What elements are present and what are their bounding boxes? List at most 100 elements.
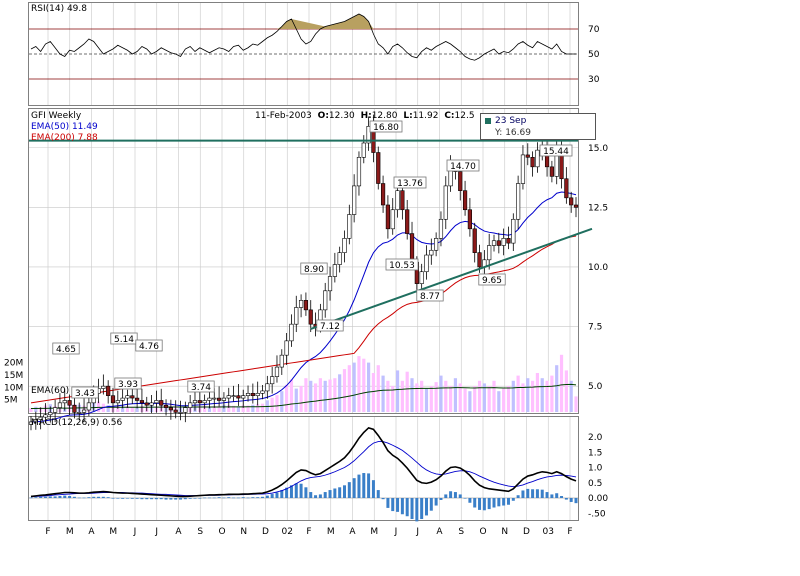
candle-body — [327, 276, 333, 292]
macd-histogram-bar — [43, 496, 47, 498]
volume-bar — [333, 378, 337, 412]
macd-histogram-bar — [145, 498, 149, 500]
candle-body — [57, 402, 63, 408]
macd-histogram-bar — [453, 492, 457, 498]
macd-histogram-bar — [574, 498, 578, 504]
candle-body — [236, 395, 241, 399]
candle-body — [250, 393, 255, 396]
candle-body — [458, 171, 463, 191]
macd-histogram-bar — [169, 498, 173, 500]
candle-body — [62, 400, 67, 404]
macd-histogram-bar — [362, 473, 366, 498]
candle-body — [130, 395, 135, 399]
macd-histogram-bar — [236, 497, 240, 499]
macd-histogram-bar — [545, 492, 549, 498]
candle-body — [549, 166, 554, 177]
volume-bar — [357, 356, 361, 412]
ohlc-close: 12.5 — [455, 111, 475, 121]
candle-body — [342, 238, 347, 253]
x-tick-label: M — [66, 527, 74, 537]
macd-histogram-bar — [34, 497, 38, 498]
candle-body — [424, 254, 429, 273]
ema60-label: EMA(60) — [31, 386, 69, 396]
macd-histogram-bar — [357, 474, 361, 498]
macd-histogram-bar — [125, 498, 129, 499]
candle-body — [178, 412, 183, 414]
volume-bar — [477, 380, 482, 412]
candle-body — [245, 393, 251, 396]
candle-body — [516, 183, 521, 220]
candle-body — [67, 400, 72, 406]
volume-bar — [473, 386, 477, 412]
candle-body — [265, 383, 270, 392]
macd-histogram-bar — [227, 497, 231, 498]
x-tick-label: J — [394, 527, 398, 537]
macd-histogram-bar — [429, 498, 433, 511]
volume-bar — [526, 378, 530, 412]
volume-bar — [555, 365, 559, 412]
macd-histogram-bar — [304, 487, 308, 498]
candle-body — [120, 397, 125, 401]
volume-bar — [439, 375, 443, 412]
ohlc-high-label: H: — [361, 111, 372, 121]
macd-tick-label: 1.0 — [588, 464, 603, 474]
candle-body — [289, 323, 294, 342]
crosshair-tooltip: 23 Sep Y: 16.69 — [480, 113, 596, 140]
volume-bar — [270, 397, 274, 412]
candle-body — [86, 402, 91, 411]
candle-body — [43, 414, 48, 418]
volume-bar — [285, 384, 289, 412]
candle-body — [255, 393, 260, 396]
macd-histogram-bar — [376, 490, 380, 498]
macd-histogram-bar — [511, 498, 515, 501]
macd-histogram-bar — [294, 483, 298, 498]
volume-bar — [410, 378, 414, 412]
macd-histogram-bar — [482, 498, 486, 511]
volume-bar — [429, 386, 433, 412]
macd-histogram-bar — [540, 489, 544, 498]
candle-body — [380, 183, 386, 206]
macd-histogram-bar — [106, 497, 110, 498]
macd-histogram-bar — [130, 498, 134, 499]
x-tick-label: N — [240, 527, 247, 537]
volume-bar — [569, 380, 573, 412]
macd-histogram-bar — [487, 498, 491, 510]
macd-histogram-bar — [140, 498, 144, 500]
volume-bar — [574, 396, 578, 412]
candle-body — [501, 238, 506, 246]
x-tick-label: N — [501, 527, 508, 537]
price-tick-label: 5.0 — [588, 382, 603, 392]
macd-histogram-bar — [29, 497, 33, 499]
x-tick-label: O — [218, 527, 225, 537]
rsi-tick-label: 30 — [588, 75, 600, 85]
macd-histogram-bar — [439, 498, 443, 500]
macd-histogram-bar — [183, 498, 187, 500]
candle-body — [472, 228, 477, 253]
annotation-label: 8.77 — [420, 292, 440, 302]
macd-histogram-bar — [164, 498, 168, 500]
macd-histogram-bar — [48, 496, 52, 498]
x-tick-label: S — [197, 527, 203, 537]
macd-histogram-bar — [386, 498, 390, 508]
macd-histogram-bar — [458, 494, 462, 498]
macd-histogram-bar — [473, 498, 477, 508]
candle-body — [376, 152, 381, 184]
candle-body — [139, 400, 145, 404]
volume-bar — [530, 380, 535, 412]
candle-body — [487, 245, 492, 261]
candle-body — [226, 395, 231, 399]
macd-histogram-bar — [560, 496, 564, 498]
x-tick-label: F — [306, 527, 311, 537]
volume-bar — [550, 375, 554, 412]
candle-body — [183, 407, 188, 413]
macd-histogram-bar — [371, 480, 375, 498]
candle-body — [115, 400, 120, 404]
annotation-label: 15.44 — [543, 147, 569, 157]
macd-histogram-bar — [256, 497, 260, 498]
candle-body — [511, 218, 516, 244]
candle-body — [352, 185, 357, 215]
candle-body — [192, 400, 198, 404]
volume-bar — [502, 388, 506, 412]
annotation-label: 3.74 — [191, 383, 211, 393]
volume-bar — [280, 391, 284, 412]
